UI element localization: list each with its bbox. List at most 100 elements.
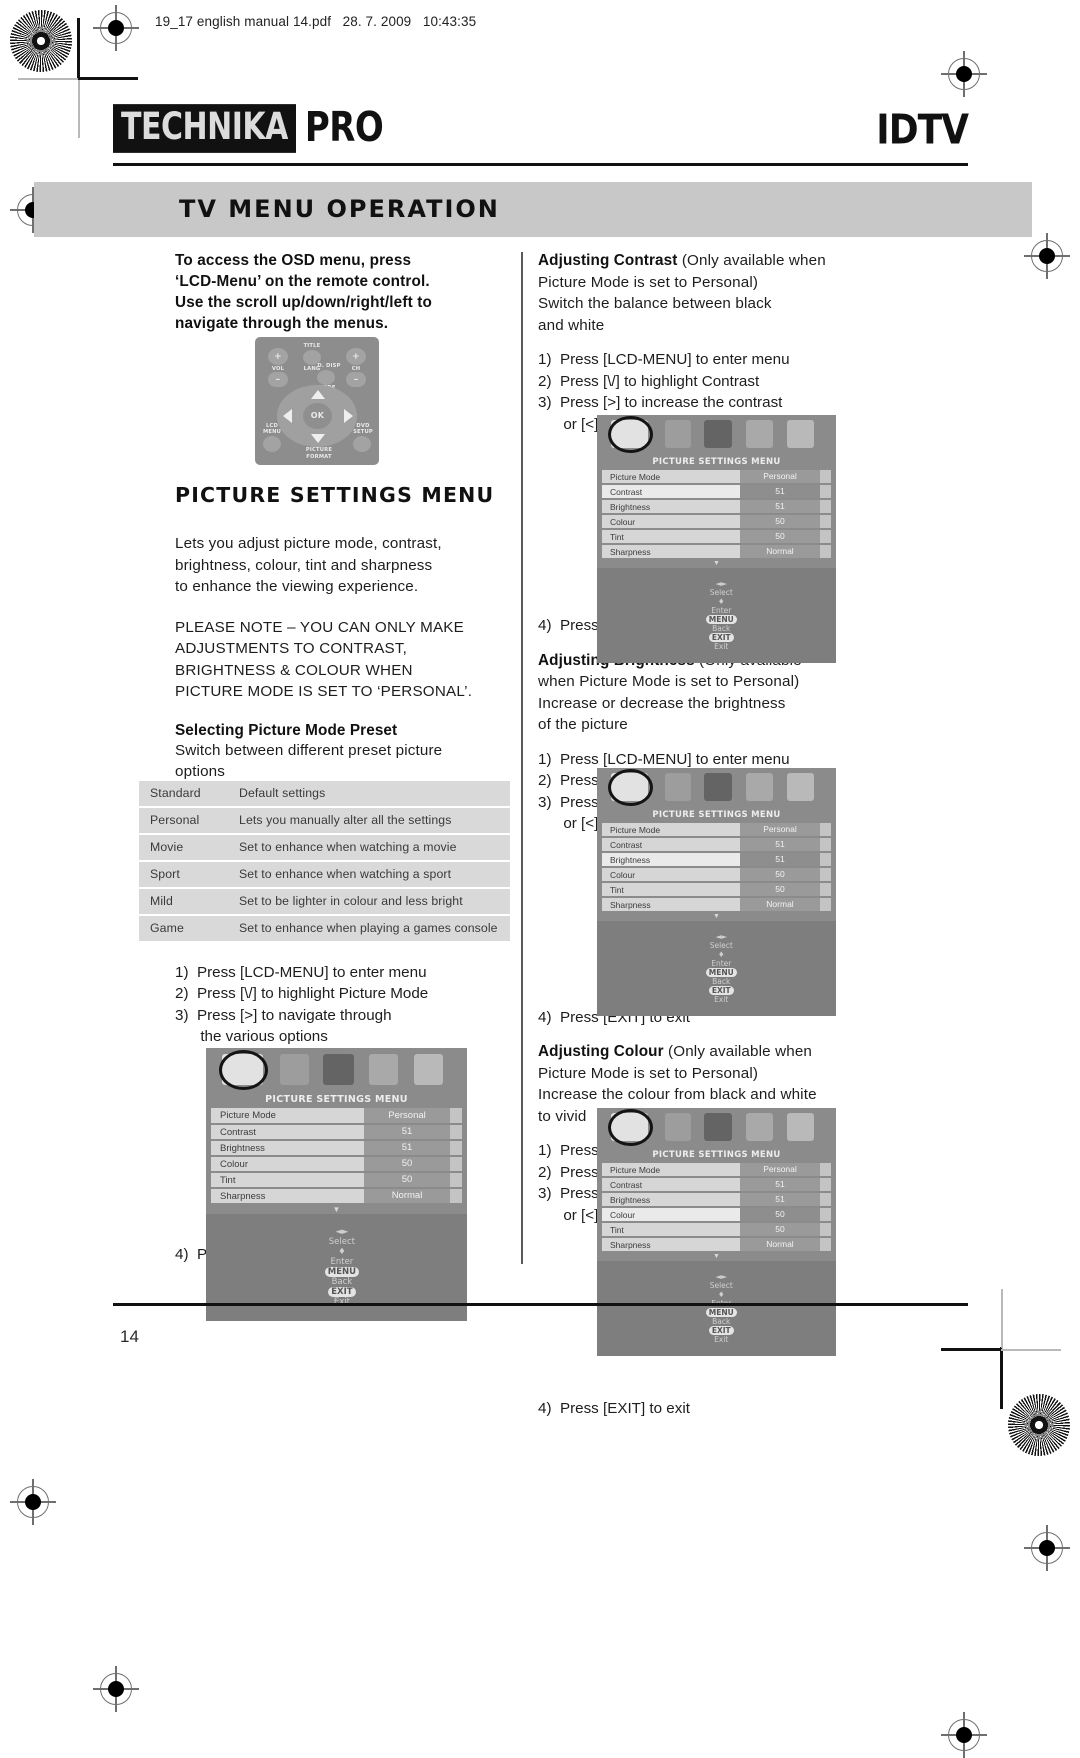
- osd-screen-icon: [323, 1054, 354, 1085]
- picture-mode-preset-table: Standard Default settings Personal Lets …: [139, 779, 510, 943]
- osd-footer-select: Select: [709, 941, 733, 950]
- osd-row-colour[interactable]: Colour 50: [602, 515, 831, 528]
- osd-row-brightness[interactable]: Brightness 51: [602, 1193, 831, 1206]
- intro-line-4: navigate through the menus.: [175, 315, 389, 332]
- osd-channel-icon: [787, 420, 814, 448]
- osd-row-value: 51: [364, 1141, 450, 1155]
- colour-intro-2: Increase the colour from black and white: [538, 1086, 817, 1103]
- osd-row-contrast[interactable]: Contrast 51: [602, 485, 831, 498]
- osd-row-stub: [820, 868, 831, 881]
- contrast-step-2: 2) Press [\/] to highlight Contrast: [538, 372, 760, 390]
- osd-footer-lr-arrows-icon: ◄►: [335, 1227, 349, 1237]
- osd-row-value: Normal: [740, 545, 820, 558]
- preset-mode-cell: Sport: [139, 862, 225, 887]
- preset-desc-cell: Set to enhance when watching a movie: [225, 835, 510, 860]
- intro-line-2: ‘LCD-Menu’ on the remote control.: [175, 273, 430, 290]
- table-row: Game Set to enhance when playing a games…: [139, 916, 510, 941]
- remote-control-image: TITLE LANG + VOL – + CH – D. DISP GUIDE …: [255, 337, 379, 465]
- osd-setup-icon: [746, 420, 773, 448]
- osd-footer-back: Back: [712, 977, 731, 986]
- osd-footer-lr-arrows-icon: ◄►: [715, 932, 728, 941]
- osd-row-tint[interactable]: Tint 50: [602, 530, 831, 543]
- osd-channel-icon: [787, 1113, 814, 1141]
- preset-desc-cell: Set to enhance when playing a games cons…: [225, 916, 510, 941]
- osd-row-picture-mode[interactable]: Picture Mode Personal: [602, 823, 831, 836]
- osd-row-value: 50: [740, 1223, 820, 1236]
- picture-settings-description: Lets you adjust picture mode, contrast, …: [175, 533, 515, 598]
- osd-row-value: Normal: [740, 898, 820, 911]
- osd-footer-exit-key: EXIT: [708, 1326, 734, 1335]
- osd-footer-exit-key: EXIT: [328, 1287, 356, 1297]
- osd-row-brightness[interactable]: Brightness 51: [602, 853, 831, 866]
- osd-row-colour[interactable]: Colour 50: [602, 1208, 831, 1221]
- brightness-intro-3: of the picture: [538, 716, 628, 733]
- table-row: Sport Set to enhance when watching a spo…: [139, 862, 510, 887]
- intro-line-1: To access the OSD menu, press: [175, 252, 412, 269]
- note-line-3: BRIGHTNESS & COLOUR WHEN: [175, 661, 413, 679]
- note-line-2: ADJUSTMENTS TO CONTRAST,: [175, 640, 408, 657]
- osd-row-contrast[interactable]: Contrast 51: [602, 1178, 831, 1191]
- osd-row-contrast[interactable]: Contrast 51: [602, 838, 831, 851]
- osd-row-sharpness[interactable]: Sharpness Normal: [602, 545, 831, 558]
- osd-footer-down-arrow-icon: ♦: [717, 597, 725, 606]
- osd-row-value: 51: [740, 485, 820, 498]
- osd-row-colour[interactable]: Colour 50: [211, 1157, 462, 1171]
- osd-row-brightness[interactable]: Brightness 51: [211, 1141, 462, 1155]
- header-rule: [113, 163, 968, 166]
- osd-row-stub: [820, 470, 831, 483]
- note-line-1: PLEASE NOTE – YOU CAN ONLY MAKE: [175, 618, 464, 636]
- osd-row-value: 50: [740, 515, 820, 528]
- remote-arrow-right-icon: [344, 409, 353, 423]
- osd-row-picture-mode[interactable]: Picture Mode Personal: [211, 1108, 462, 1123]
- osd-row-sharpness[interactable]: Sharpness Normal: [602, 898, 831, 911]
- osd-footer-select: Select: [709, 588, 733, 597]
- osd-title: PICTURE SETTINGS MENU: [597, 1148, 836, 1163]
- registration-target-top-right: [941, 51, 987, 97]
- osd-row-sharpness[interactable]: Sharpness Normal: [211, 1189, 462, 1203]
- osd-scroll-down-caret-icon[interactable]: ▼: [597, 1253, 836, 1261]
- osd-row-label: Contrast: [610, 1179, 643, 1190]
- section-title-bar: TV MENU OPERATION: [34, 182, 1032, 237]
- osd-setup-icon: [369, 1054, 398, 1085]
- osd-footer-hints: ◄► Select ♦ Enter MENU Back EXIT Exit: [597, 568, 836, 663]
- osd-scroll-down-caret-icon[interactable]: ▼: [597, 560, 836, 568]
- osd-screenshot-colour: PICTURE SETTINGS MENU Picture Mode Perso…: [597, 1108, 836, 1356]
- osd-footer-menu-key: MENU: [705, 968, 737, 977]
- picture-mode-steps: 1) Press [LCD-MENU] to enter menu 2) Pre…: [175, 962, 515, 1048]
- osd-row-label: Contrast: [220, 1126, 256, 1138]
- osd-row-colour[interactable]: Colour 50: [602, 868, 831, 881]
- remote-arrow-left-icon: [283, 409, 292, 423]
- osd-row-value: 50: [740, 868, 820, 881]
- osd-row-contrast[interactable]: Contrast 51: [211, 1125, 462, 1139]
- osd-row-picture-mode[interactable]: Picture Mode Personal: [602, 1163, 831, 1176]
- osd-row-sharpness[interactable]: Sharpness Normal: [602, 1238, 831, 1251]
- osd-selected-tab-ring: [608, 416, 653, 453]
- osd-row-tint[interactable]: Tint 50: [211, 1173, 462, 1187]
- osd-row-label: Sharpness: [220, 1190, 266, 1202]
- osd-row-stub: [820, 515, 831, 528]
- osd-row-picture-mode[interactable]: Picture Mode Personal: [602, 470, 831, 483]
- osd-row-value: 51: [740, 1178, 820, 1191]
- picture-settings-menu-heading: PICTURE SETTINGS MENU: [175, 483, 495, 507]
- osd-row-tint[interactable]: Tint 50: [602, 1223, 831, 1236]
- table-row: Standard Default settings: [139, 781, 510, 806]
- step-3-cont: the various options: [175, 1028, 328, 1045]
- osd-row-stub: [820, 1193, 831, 1206]
- osd-row-label: Picture Mode: [610, 1164, 661, 1175]
- table-row: Movie Set to enhance when watching a mov…: [139, 835, 510, 860]
- adjusting-colour-note: (Only available when: [668, 1043, 813, 1060]
- osd-scroll-down-caret-icon[interactable]: ▼: [597, 913, 836, 921]
- osd-row-stub: [450, 1108, 462, 1123]
- osd-row-stub: [820, 898, 831, 911]
- remote-label-vol-minus: –: [275, 375, 281, 385]
- preset-desc-line-1: Switch between different preset picture: [175, 741, 443, 759]
- osd-screenshot-contrast: PICTURE SETTINGS MENU Picture Mode Perso…: [597, 415, 836, 663]
- osd-row-tint[interactable]: Tint 50: [602, 883, 831, 896]
- osd-scroll-down-caret-icon[interactable]: ▼: [206, 1205, 467, 1214]
- osd-row-brightness[interactable]: Brightness 51: [602, 500, 831, 513]
- osd-footer-enter: Enter: [330, 1257, 354, 1267]
- table-row: Mild Set to be lighter in colour and les…: [139, 889, 510, 914]
- osd-footer-enter: Enter: [711, 959, 732, 968]
- osd-row-label: Picture Mode: [610, 471, 661, 482]
- remote-label-title: TITLE: [303, 343, 321, 349]
